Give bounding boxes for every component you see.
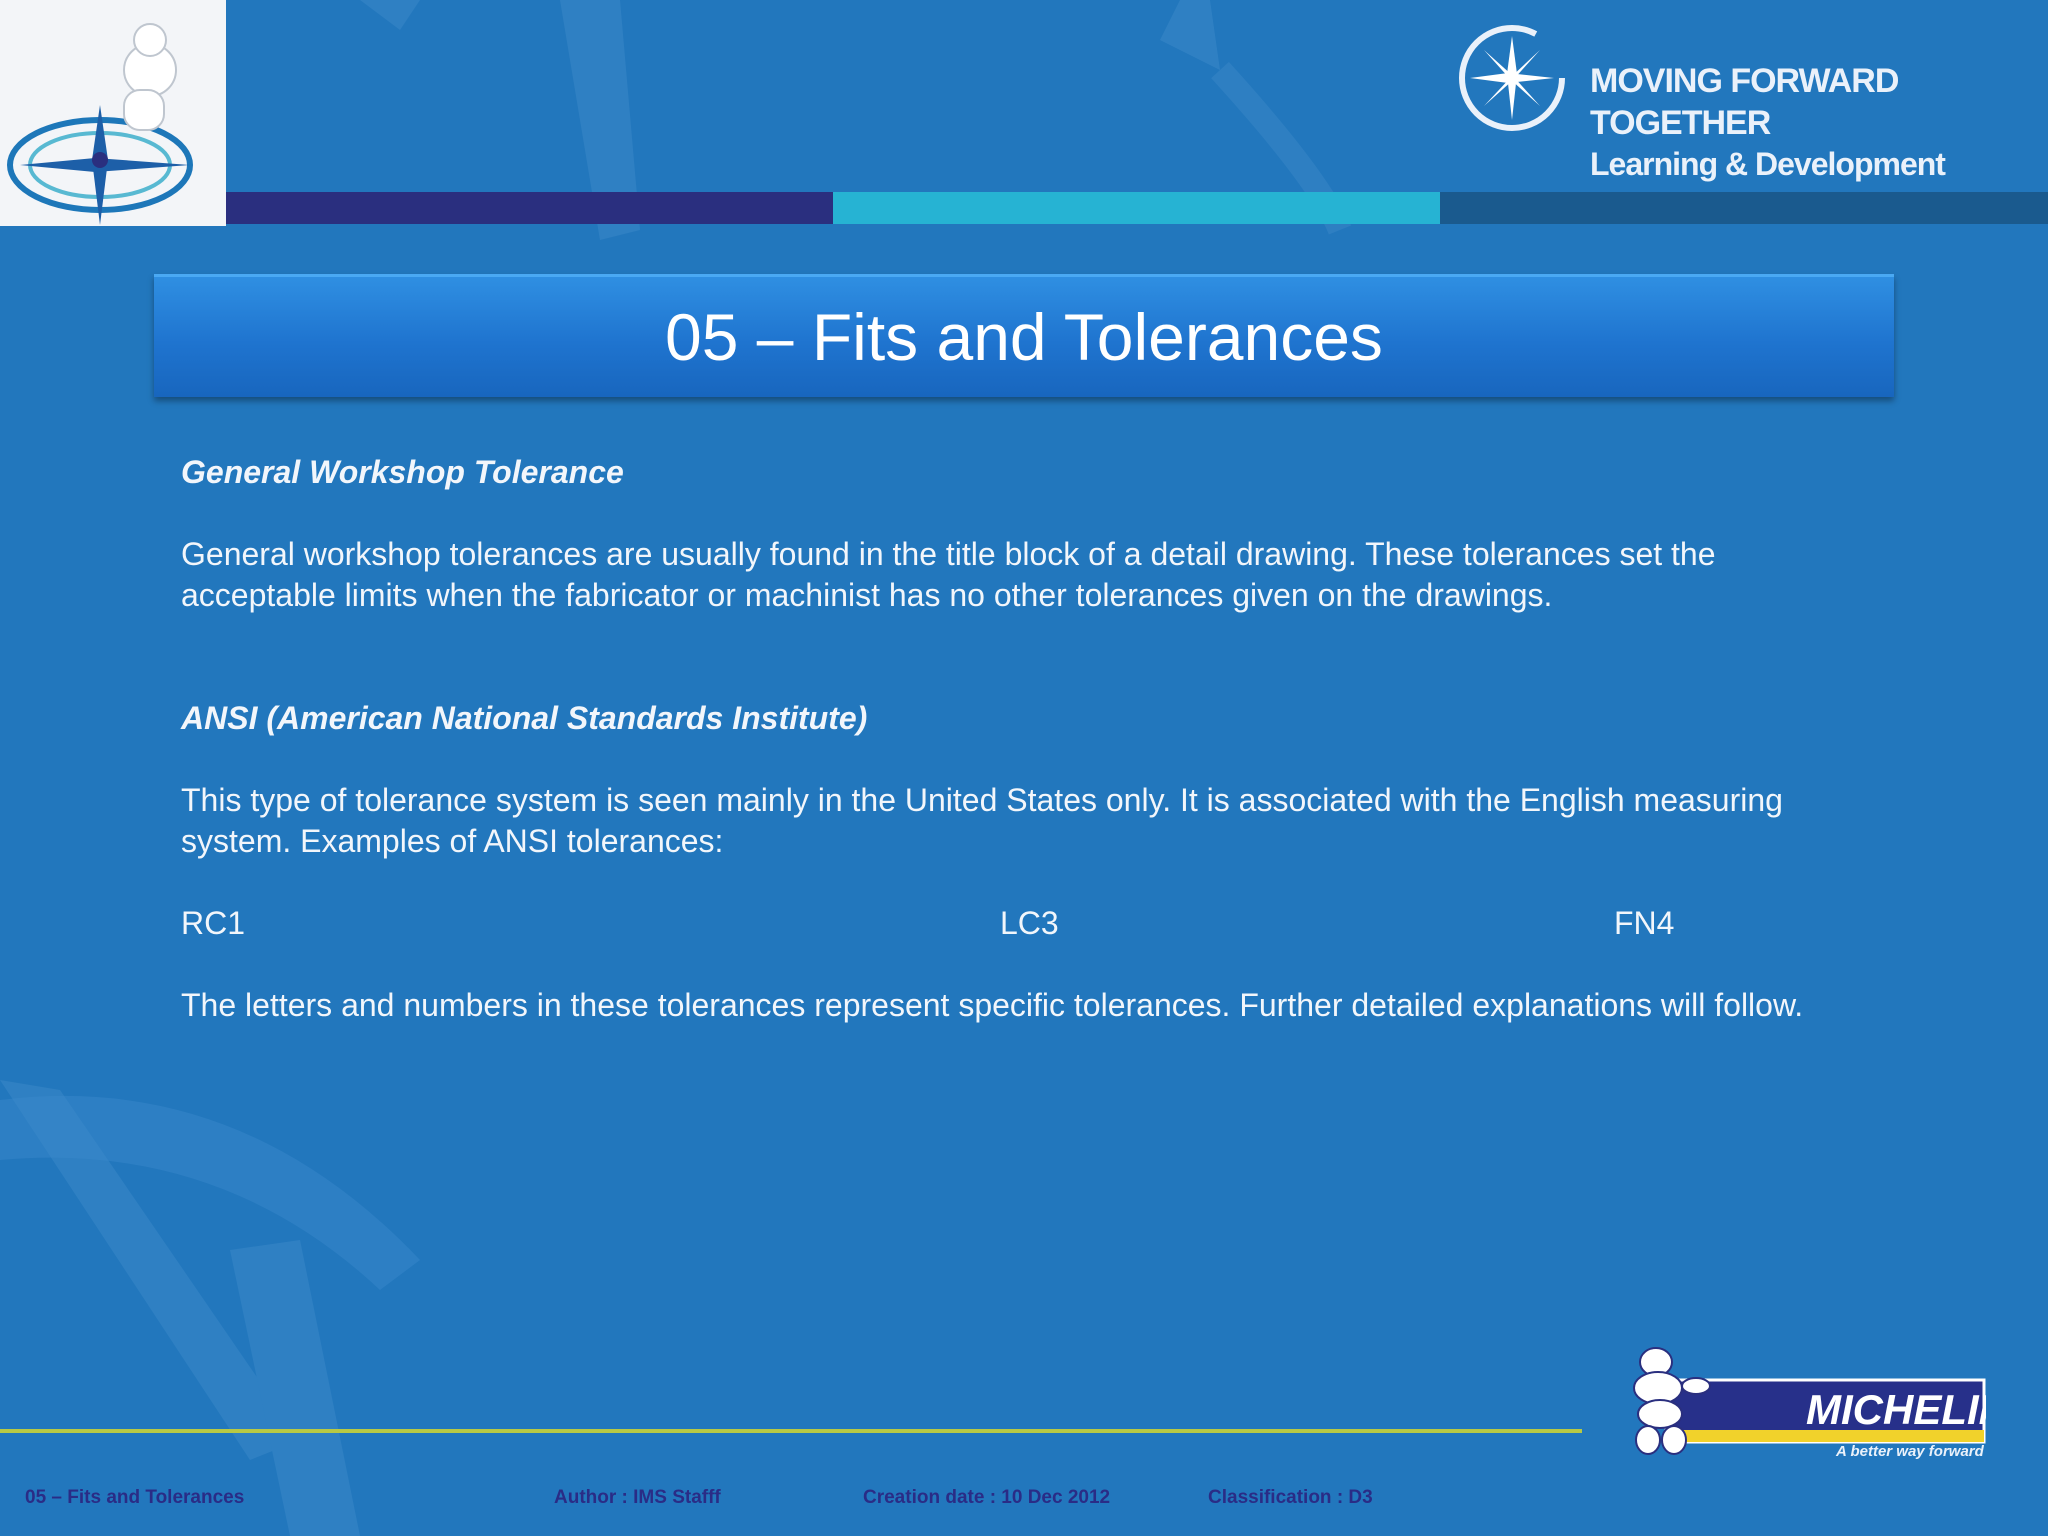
michelin-tagline: A better way forward: [1835, 1443, 1985, 1460]
slide-title: 05 – Fits and Tolerances: [665, 300, 1383, 374]
section-body-ansi: This type of tolerance system is seen ma…: [181, 782, 1783, 859]
compass-star-icon: [1459, 25, 1565, 131]
footer-classification: Classification : D3: [1208, 1487, 1373, 1508]
header-band-cyan: [833, 192, 1440, 224]
corner-compass-logo: [0, 0, 226, 226]
example-lc3: LC3: [1000, 905, 1059, 941]
michelin-wordmark: MICHELIN: [1806, 1386, 1986, 1433]
example-fn4: FN4: [1614, 905, 1675, 941]
brand-slogan: MOVING FORWARD TOGETHER: [1590, 62, 1899, 142]
header-band-navy: [226, 192, 833, 224]
example-rc1: RC1: [181, 905, 246, 941]
footer-author: Author : IMS Stafff: [554, 1487, 721, 1508]
section-heading-ansi: ANSI (American National Standards Instit…: [181, 700, 868, 736]
header-band-dark: [1440, 192, 2048, 224]
footer-title: 05 – Fits and Tolerances: [25, 1487, 245, 1508]
footer-divider: [0, 1429, 1582, 1433]
section-heading-general: General Workshop Tolerance: [181, 454, 624, 490]
closing-text: The letters and numbers in these toleran…: [181, 987, 1804, 1023]
brand-header: MOVING FORWARD TOGETHER Learning & Devel…: [1456, 22, 2016, 182]
slide-title-bar: 05 – Fits and Tolerances: [154, 274, 1894, 397]
background-compass-decoration: [0, 0, 1352, 1536]
footer-creation-date: Creation date : 10 Dec 2012: [863, 1487, 1111, 1508]
michelin-logo: MICHELIN A better way forward: [1626, 1340, 2011, 1460]
brand-subtitle: Learning & Development: [1590, 146, 1946, 182]
section-body-general: General workshop tolerances are usually …: [181, 536, 1716, 613]
